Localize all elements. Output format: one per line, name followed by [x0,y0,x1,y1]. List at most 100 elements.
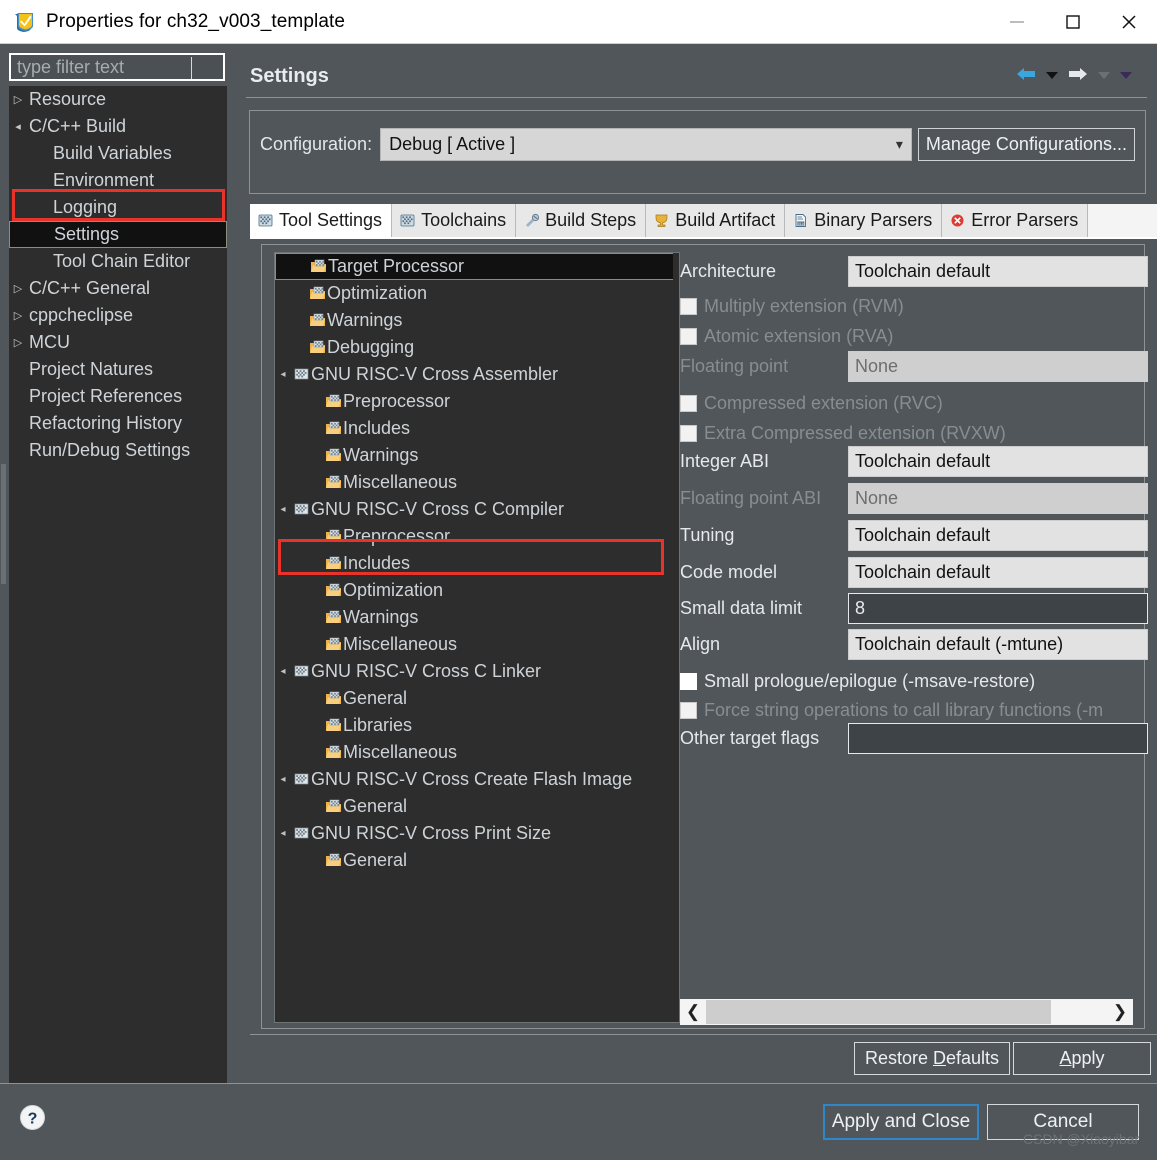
tool-tree-item-optimization[interactable]: Optimization [275,280,679,307]
tool-tree-scrollbar[interactable] [673,253,679,1022]
sidebar-item-project-references[interactable]: Project References [9,383,227,410]
horizontal-scrollbar[interactable]: ❮ ❯ [680,999,1133,1025]
horizontal-scrollbar-thumb[interactable] [706,1000,1051,1024]
tool-tree-item-debugging[interactable]: Debugging [275,334,679,361]
configuration-value: Debug [ Active ] [389,133,516,154]
tool-tree-item-gnu-risc-v-cross-create-flash-image[interactable]: ◂ GNU RISC-V Cross Create Flash Image [275,766,679,793]
tool-tree-item-libraries[interactable]: Libraries [275,712,679,739]
tool-tree-item-warnings[interactable]: Warnings [275,604,679,631]
checkbox-row-compressed-extension-rvc[interactable]: Compressed extension (RVC) [680,388,943,419]
tool-tree-item-optimization[interactable]: Optimization [275,577,679,604]
sidebar-item-cppcheclipse[interactable]: ▷ cppcheclipse [9,302,227,329]
close-button[interactable] [1101,0,1157,44]
input-small-data-limit[interactable]: 8 [848,593,1148,624]
sidebar-item-c-c-build[interactable]: ◂ C/C++ Build [9,113,227,140]
select-tuning[interactable]: Toolchain default [848,520,1148,551]
select-architecture[interactable]: Toolchain default [848,256,1148,287]
tab-bar[interactable]: Tool Settings Toolchains Build Steps Build … [250,204,1157,237]
tab-binary-parsers[interactable]: 010 Binary Parsers [785,204,943,237]
left-scrollbar[interactable] [0,44,8,1083]
tool-tree-item-warnings[interactable]: Warnings [275,442,679,469]
sidebar-item-logging[interactable]: Logging [9,194,227,221]
sidebar-item-resource[interactable]: ▷ Resource [9,86,227,113]
chevron-collapsed-icon[interactable]: ▷ [9,309,27,322]
select-floating-point-abi[interactable]: None [848,483,1148,514]
tool-tree-item-gnu-risc-v-cross-c-linker[interactable]: ◂ GNU RISC-V Cross C Linker [275,658,679,685]
chevron-collapsed-icon[interactable]: ▷ [9,93,27,106]
tool-tree-item-target-processor[interactable]: Target Processor [275,253,679,280]
menu-chevron-down-icon[interactable] [1119,67,1133,85]
checkbox-row-extra-compressed-extension-rvxw[interactable]: Extra Compressed extension (RVXW) [680,418,1006,449]
select-integer-abi[interactable]: Toolchain default [848,446,1148,477]
tool-tree-item-general[interactable]: General [275,847,679,874]
chevron-expanded-icon[interactable]: ◂ [9,120,27,133]
checkbox-row-force-string-operations-to-call-library-function[interactable]: Force string operations to call library … [680,695,1103,726]
tool-tree-item-warnings[interactable]: Warnings [275,307,679,334]
chevron-right-icon[interactable]: ❯ [1107,999,1133,1025]
tool-tree-item-gnu-risc-v-cross-c-compiler[interactable]: ◂ GNU RISC-V Cross C Compiler [275,496,679,523]
select-floating-point[interactable]: None [848,351,1148,382]
sidebar-item-run-debug-settings[interactable]: Run/Debug Settings [9,437,227,464]
properties-dialog: Properties for ch32_v003_template ▷Resou… [0,0,1157,1160]
tool-tree-item-includes[interactable]: Includes [275,415,679,442]
sidebar-item-build-variables[interactable]: Build Variables [9,140,227,167]
settings-tree[interactable]: ▷ Resource ◂ C/C++ Build Build Variables Envi… [9,86,227,1121]
apply-button[interactable]: Apply [1013,1042,1151,1075]
forward-arrow-icon[interactable] [1067,66,1089,87]
chevron-collapsed-icon[interactable]: ▷ [9,282,27,295]
tool-tree-item-miscellaneous[interactable]: Miscellaneous [275,469,679,496]
tab-toolchains[interactable]: Toolchains [392,204,517,237]
tool-tree-item-preprocessor[interactable]: Preprocessor [275,388,679,415]
tool-options-tree[interactable]: Target Processor Optimization Warnings Debu… [274,252,680,1023]
chevron-left-icon[interactable]: ❮ [680,999,706,1025]
left-scrollbar-thumb[interactable] [1,464,6,584]
configuration-select[interactable]: Debug [ Active ] ▾ [380,127,912,161]
chevron-expanded-icon[interactable]: ◂ [275,828,291,839]
sidebar-item-label: Tool Chain Editor [53,251,191,271]
apply-and-close-button[interactable]: Apply and Close [823,1104,979,1140]
minimize-button[interactable] [989,0,1045,44]
maximize-button[interactable] [1045,0,1101,44]
chevron-collapsed-icon[interactable]: ▷ [9,336,27,349]
chevron-expanded-icon[interactable]: ◂ [275,666,291,677]
field-label-row-architecture: Architecture [680,256,776,287]
filter-box[interactable] [9,53,225,81]
select-align[interactable]: Toolchain default (-mtune) [848,629,1148,660]
tool-tree-item-miscellaneous[interactable]: Miscellaneous [275,631,679,658]
tool-icon [291,772,311,787]
sidebar-item-tool-chain-editor[interactable]: Tool Chain Editor [9,248,227,275]
chevron-expanded-icon[interactable]: ◂ [275,774,291,785]
back-arrow-icon[interactable] [1015,66,1037,87]
tool-tree-item-general[interactable]: General [275,685,679,712]
tool-tree-item-gnu-risc-v-cross-print-size[interactable]: ◂ GNU RISC-V Cross Print Size [275,820,679,847]
sidebar-item-c-c-general[interactable]: ▷ C/C++ General [9,275,227,302]
tab-error-parsers[interactable]: Error Parsers [942,204,1089,237]
checkbox-small-prologue-epilogue-msave-restore[interactable] [680,673,697,690]
input-other-target-flags[interactable] [848,723,1148,754]
chevron-expanded-icon[interactable]: ◂ [275,504,291,515]
tool-tree-item-gnu-risc-v-cross-assembler[interactable]: ◂ GNU RISC-V Cross Assembler [275,361,679,388]
sidebar-item-project-natures[interactable]: Project Natures [9,356,227,383]
sidebar-item-settings[interactable]: Settings [9,221,227,248]
checkbox-row-multiply-extension-rvm[interactable]: Multiply extension (RVM) [680,291,904,322]
back-chevron-down-icon[interactable] [1045,67,1059,85]
restore-defaults-button[interactable]: Restore Defaults [854,1042,1010,1075]
window-controls [989,0,1157,44]
tool-tree-item-label: Target Processor [328,256,465,276]
tool-tree-item-includes[interactable]: Includes [275,550,679,577]
chevron-expanded-icon[interactable]: ◂ [275,369,291,380]
sidebar-item-mcu[interactable]: ▷ MCU [9,329,227,356]
tool-tree-item-general[interactable]: General [275,793,679,820]
checkbox-row-small-prologue-epilogue-msave-restore[interactable]: Small prologue/epilogue (-msave-restore) [680,666,1035,697]
tool-tree-item-preprocessor[interactable]: Preprocessor [275,523,679,550]
checkbox-row-atomic-extension-rva[interactable]: Atomic extension (RVA) [680,321,893,352]
tab-build-artifact[interactable]: Build Artifact [646,204,786,237]
tool-tree-item-miscellaneous[interactable]: Miscellaneous [275,739,679,766]
help-icon[interactable]: ? [19,1104,46,1131]
select-code-model[interactable]: Toolchain default [848,557,1148,588]
tab-tool-settings[interactable]: Tool Settings [250,204,393,237]
sidebar-item-refactoring-history[interactable]: Refactoring History [9,410,227,437]
sidebar-item-environment[interactable]: Environment [9,167,227,194]
manage-configurations-button[interactable]: Manage Configurations... [917,127,1135,161]
tab-build-steps[interactable]: Build Steps [516,204,647,237]
